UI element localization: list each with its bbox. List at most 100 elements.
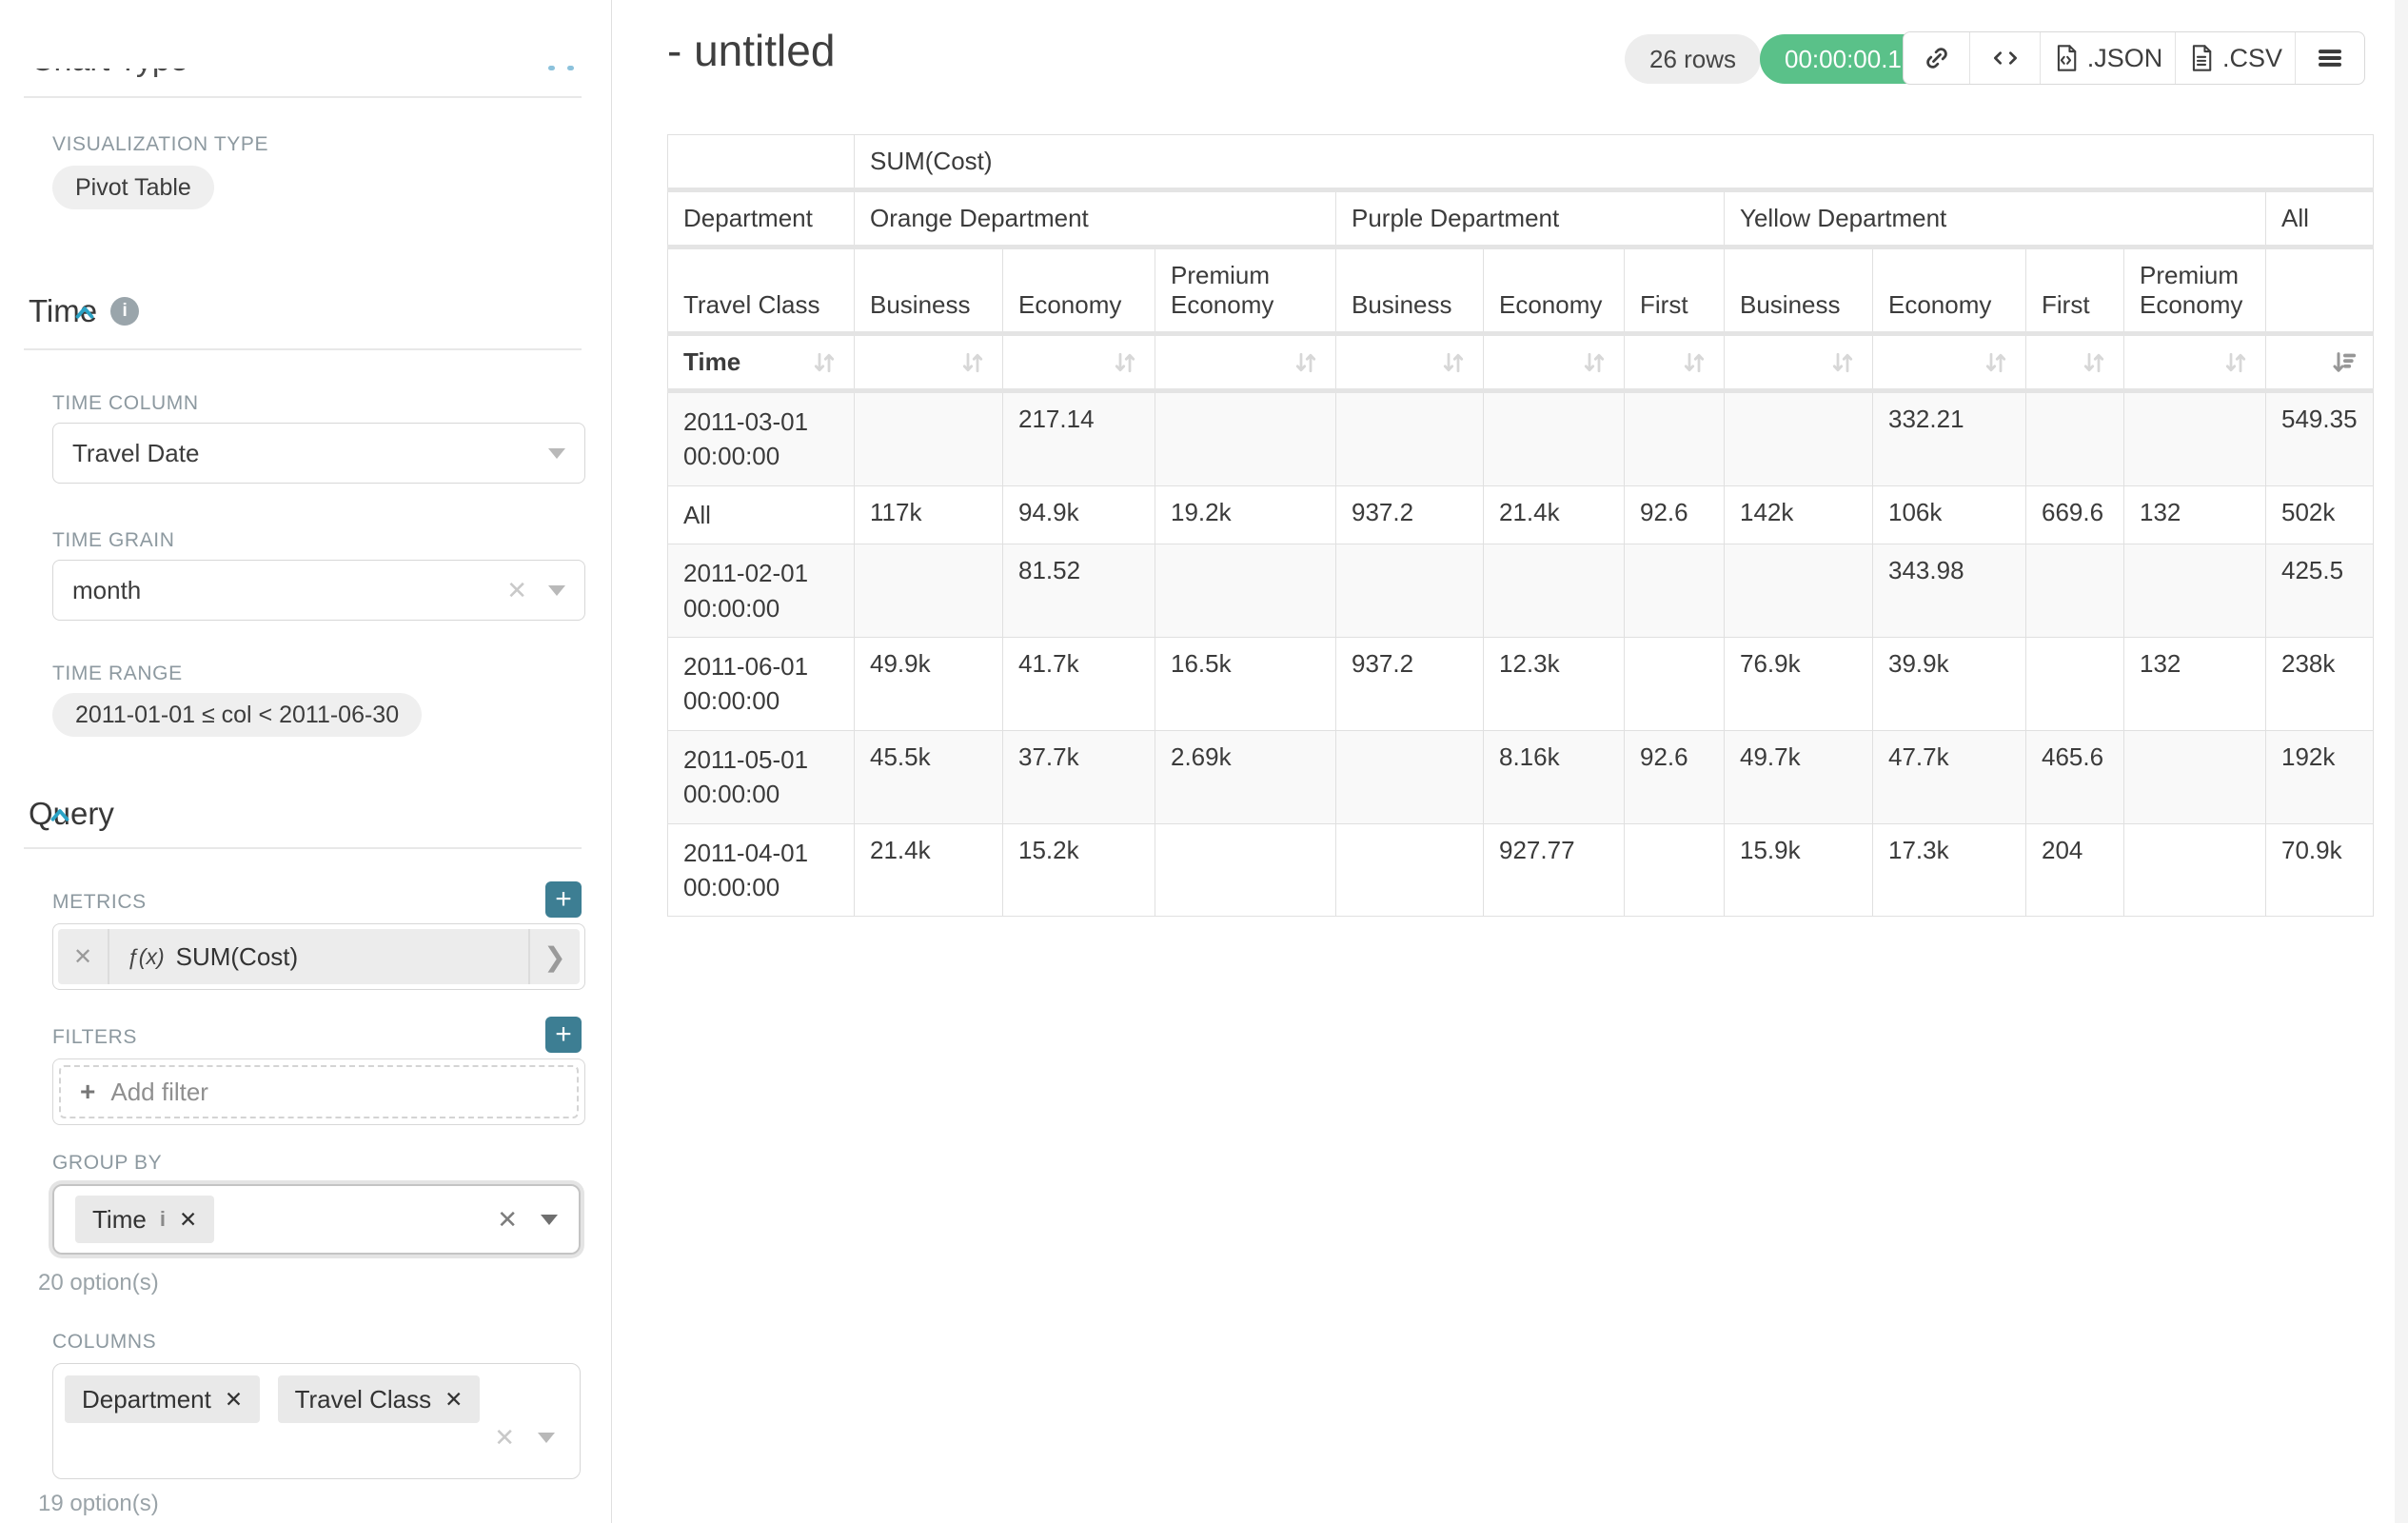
group-by-select[interactable]: Time i ✕ ✕ xyxy=(52,1184,581,1255)
columns-select[interactable]: Department ✕ Travel Class ✕ ✕ xyxy=(52,1363,581,1479)
time-grain-select[interactable]: month ✕ xyxy=(52,560,585,621)
chevron-down-icon[interactable] xyxy=(548,448,565,459)
sort-icon[interactable] xyxy=(1580,348,1609,377)
view-query-button[interactable] xyxy=(1970,32,2041,84)
group-by-tag-time[interactable]: Time i ✕ xyxy=(75,1196,214,1243)
collapse-query-icon[interactable] xyxy=(46,801,74,830)
remove-metric-icon[interactable]: ✕ xyxy=(58,929,109,984)
hamburger-icon xyxy=(2316,44,2344,72)
pivot-value-cell xyxy=(1155,544,1336,638)
pivot-value-cell: 12.3k xyxy=(1484,637,1625,730)
pivot-value-cell: 106k xyxy=(1873,485,2026,544)
sort-icon[interactable] xyxy=(1982,348,2010,377)
filters-container: + Add filter xyxy=(52,1058,585,1125)
pivot-row: 2011-04-0100:00:0021.4k15.2k927.7715.9k1… xyxy=(668,823,2374,917)
add-filter-plus-button[interactable]: + xyxy=(545,1017,582,1053)
pivot-value-cell: 465.6 xyxy=(2026,730,2124,823)
pivot-value-cell xyxy=(2124,391,2266,486)
sort-icon[interactable] xyxy=(1828,348,1857,377)
pivot-sort-cell[interactable] xyxy=(1336,334,1484,391)
pivot-row-label: 2011-02-0100:00:00 xyxy=(668,544,855,638)
pivot-sort-cell[interactable] xyxy=(1155,334,1336,391)
pivot-value-cell: 332.21 xyxy=(1873,391,2026,486)
export-csv-button[interactable]: .CSV xyxy=(2176,32,2296,84)
pivot-sort-cell[interactable] xyxy=(2026,334,2124,391)
chart-title[interactable]: - untitled xyxy=(667,25,835,76)
pivot-value-cell xyxy=(1155,823,1336,917)
pivot-value-cell: 37.7k xyxy=(1003,730,1155,823)
sort-icon[interactable] xyxy=(1680,348,1708,377)
clipped-icon-dot xyxy=(548,66,555,70)
pivot-value-cell: 15.2k xyxy=(1003,823,1155,917)
pivot-group-header: Yellow Department xyxy=(1725,190,2266,247)
metric-pill[interactable]: ✕ ƒ(x) SUM(Cost) ❯ xyxy=(58,929,580,984)
remove-tag-icon[interactable]: ✕ xyxy=(225,1387,243,1413)
pivot-sort-cell[interactable] xyxy=(855,334,1003,391)
collapse-time-icon[interactable] xyxy=(70,299,99,327)
columns-tag-department[interactable]: Department ✕ xyxy=(65,1375,260,1423)
pivot-row: 2011-02-0100:00:0081.52343.98425.5 xyxy=(668,544,2374,638)
sort-icon[interactable] xyxy=(2080,348,2108,377)
pivot-value-cell: 217.14 xyxy=(1003,391,1155,486)
link-icon xyxy=(1923,44,1951,72)
chevron-down-icon[interactable] xyxy=(541,1215,558,1225)
sort-icon[interactable] xyxy=(1111,348,1139,377)
control-panel-sidebar: Chart Type RUN SAVE VISUALIZATION TYPE P… xyxy=(0,0,612,1523)
time-range-pill[interactable]: 2011-01-01 ≤ col < 2011-06-30 xyxy=(52,693,422,737)
tag-label: Travel Class xyxy=(295,1385,432,1414)
sort-icon[interactable] xyxy=(2221,348,2250,377)
remove-tag-icon[interactable]: ✕ xyxy=(444,1387,463,1413)
pivot-sort-cell[interactable] xyxy=(2124,334,2266,391)
info-icon[interactable]: i xyxy=(110,297,139,326)
chevron-right-icon[interactable]: ❯ xyxy=(528,929,580,984)
pivot-value-cell: 2.69k xyxy=(1155,730,1336,823)
add-filter-button[interactable]: + Add filter xyxy=(59,1065,579,1118)
scrollbar-track[interactable] xyxy=(2395,0,2408,1523)
pivot-value-cell xyxy=(1725,391,1873,486)
pivot-sort-cell[interactable] xyxy=(1873,334,2026,391)
time-column-select[interactable]: Travel Date xyxy=(52,423,585,484)
add-metric-button[interactable]: + xyxy=(545,881,582,918)
clear-icon[interactable]: ✕ xyxy=(497,1205,518,1235)
clear-icon[interactable]: ✕ xyxy=(494,1423,515,1453)
pivot-column-header: First xyxy=(2026,247,2124,334)
pivot-row-label: 2011-06-0100:00:00 xyxy=(668,637,855,730)
csv-file-icon xyxy=(2188,44,2215,72)
sort-icon[interactable] xyxy=(810,348,839,377)
pivot-value-cell xyxy=(1336,391,1484,486)
sort-icon[interactable] xyxy=(1439,348,1468,377)
pivot-time-sort-header[interactable]: Time xyxy=(668,334,855,391)
metric-container: ✕ ƒ(x) SUM(Cost) ❯ xyxy=(52,923,585,990)
viz-type-label: VISUALIZATION TYPE xyxy=(52,133,268,156)
pivot-sort-cell[interactable] xyxy=(2266,334,2374,391)
pivot-value-cell: 81.52 xyxy=(1003,544,1155,638)
time-section-heading: Time i xyxy=(29,293,139,329)
csv-label: .CSV xyxy=(2222,44,2282,73)
clear-icon[interactable]: ✕ xyxy=(506,576,527,605)
pivot-value-cell: 45.5k xyxy=(855,730,1003,823)
chevron-down-icon[interactable] xyxy=(548,585,565,596)
pivot-value-cell: 502k xyxy=(2266,485,2374,544)
pivot-sort-cell[interactable] xyxy=(1003,334,1155,391)
pivot-department-axis-label: Department xyxy=(668,190,855,247)
pivot-column-header: Premium Economy xyxy=(1155,247,1336,334)
sort-icon[interactable] xyxy=(958,348,987,377)
export-json-button[interactable]: .JSON xyxy=(2041,32,2176,84)
sort-icon[interactable] xyxy=(1292,348,1320,377)
code-icon xyxy=(1990,43,2021,73)
copy-link-button[interactable] xyxy=(1904,32,1970,84)
pivot-sort-cell[interactable] xyxy=(1725,334,1873,391)
pivot-value-cell xyxy=(2124,544,2266,638)
plus-icon: + xyxy=(80,1077,95,1107)
divider xyxy=(24,96,582,98)
remove-tag-icon[interactable]: ✕ xyxy=(179,1207,197,1233)
pivot-sort-cell[interactable] xyxy=(1484,334,1625,391)
sort-descending-icon[interactable] xyxy=(2329,348,2358,377)
viz-type-pill[interactable]: Pivot Table xyxy=(52,166,214,209)
columns-tag-travel-class[interactable]: Travel Class ✕ xyxy=(278,1375,481,1423)
chevron-down-icon[interactable] xyxy=(538,1433,555,1443)
json-file-icon xyxy=(2053,44,2080,72)
pivot-table: SUM(Cost)DepartmentOrange DepartmentPurp… xyxy=(667,134,2374,917)
pivot-sort-cell[interactable] xyxy=(1625,334,1725,391)
results-menu-button[interactable] xyxy=(2296,32,2364,84)
